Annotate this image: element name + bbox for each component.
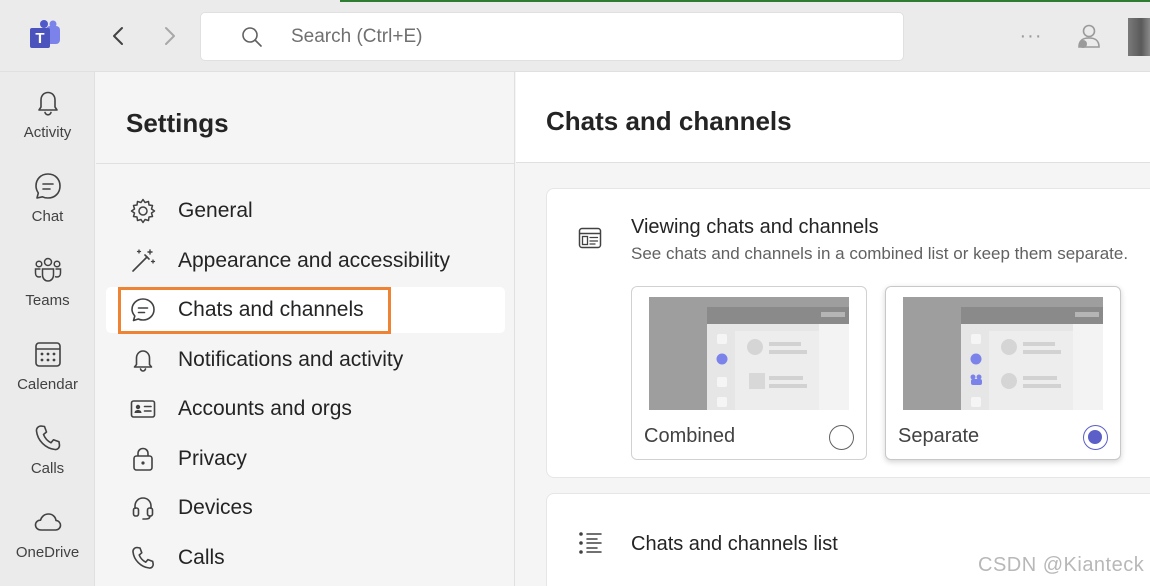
- radio-separate[interactable]: [1083, 425, 1108, 450]
- settings-item-privacy[interactable]: Privacy: [106, 436, 505, 482]
- settings-item-notifications[interactable]: Notifications and activity: [106, 337, 505, 383]
- settings-item-label: Privacy: [178, 447, 247, 470]
- rail-item-label: OneDrive: [15, 544, 80, 561]
- cloud-icon: [34, 513, 61, 531]
- divider: [96, 163, 515, 164]
- settings-item-label: Devices: [178, 496, 253, 519]
- magic-wand-icon: [128, 246, 158, 276]
- chevron-left-icon: [113, 27, 123, 45]
- settings-item-devices[interactable]: Devices: [106, 485, 505, 531]
- combined-preview-image: [649, 297, 849, 410]
- forward-button[interactable]: [155, 22, 183, 50]
- rail-item-label: Teams: [25, 292, 70, 309]
- chat-icon: [128, 295, 158, 325]
- rail-item-calls[interactable]: Calls: [0, 422, 95, 502]
- page-title: Chats and channels: [546, 106, 792, 136]
- list-icon: [579, 532, 602, 554]
- lock-icon: [128, 444, 158, 474]
- rail-item-teams[interactable]: Teams: [0, 254, 95, 334]
- id-card-icon: [128, 394, 158, 424]
- rail-item-onedrive[interactable]: OneDrive: [0, 506, 95, 586]
- more-options-button[interactable]: ···: [1016, 24, 1046, 48]
- accent-line: [340, 0, 1150, 2]
- search-input[interactable]: [291, 25, 791, 48]
- svg-text:T: T: [35, 30, 44, 47]
- option-label: Separate: [898, 425, 980, 447]
- option-separate[interactable]: Separate: [885, 286, 1121, 460]
- calendar-icon: [34, 342, 61, 367]
- section-subtitle: See chats and channels in a combined lis…: [631, 244, 1129, 263]
- settings-panel: Settings General Appearance and accessib…: [96, 72, 515, 586]
- settings-item-label: Accounts and orgs: [178, 397, 352, 420]
- separate-preview-image: [903, 297, 1103, 410]
- phone-icon: [35, 425, 60, 451]
- settings-item-label: Appearance and accessibility: [178, 249, 450, 272]
- watermark: CSDN @Kianteck: [978, 554, 1145, 576]
- rail-item-label: Chat: [31, 208, 64, 225]
- rail-item-label: Calendar: [17, 376, 78, 393]
- bell-icon: [37, 91, 58, 116]
- main-header: Chats and channels: [516, 72, 1150, 163]
- settings-item-label: Notifications and activity: [178, 348, 404, 371]
- settings-item-appearance[interactable]: Appearance and accessibility: [106, 238, 505, 284]
- viewing-chats-card: Viewing chats and channels See chats and…: [546, 188, 1150, 478]
- settings-item-label: Calls: [178, 546, 225, 569]
- settings-item-chats-and-channels[interactable]: Chats and channels: [106, 287, 505, 333]
- layout-panel-icon: [578, 227, 602, 249]
- title-bar: T ···: [0, 0, 1150, 72]
- chevron-right-icon: [165, 27, 175, 45]
- settings-item-general[interactable]: General: [106, 188, 505, 234]
- rail-item-label: Calls: [30, 460, 65, 477]
- phone-icon: [128, 543, 158, 573]
- main-content: Chats and channels Viewing chats and cha…: [516, 72, 1150, 586]
- rail-item-chat[interactable]: Chat: [0, 170, 95, 250]
- teams-icon: [34, 257, 61, 282]
- settings-title: Settings: [126, 108, 229, 138]
- headset-icon: [128, 493, 158, 523]
- search-icon: [241, 25, 265, 49]
- avatar[interactable]: [1128, 18, 1150, 56]
- chat-icon: [34, 173, 61, 199]
- teams-logo-icon[interactable]: T: [28, 20, 62, 52]
- settings-item-calls[interactable]: Calls: [106, 535, 505, 581]
- back-button[interactable]: [105, 22, 133, 50]
- settings-item-accounts[interactable]: Accounts and orgs: [106, 386, 505, 432]
- people-icon[interactable]: [1074, 22, 1104, 52]
- rail-item-label: Activity: [23, 124, 72, 141]
- rail-item-calendar[interactable]: Calendar: [0, 338, 95, 418]
- section-title: Chats and channels list: [631, 533, 838, 555]
- section-title: Viewing chats and channels: [631, 216, 879, 238]
- bell-icon: [128, 345, 158, 375]
- gear-icon: [128, 196, 158, 226]
- settings-item-label: Chats and channels: [178, 298, 364, 321]
- rail-item-activity[interactable]: Activity: [0, 86, 95, 166]
- radio-combined[interactable]: [829, 425, 854, 450]
- option-label: Combined: [644, 425, 736, 447]
- app-rail: Activity Chat Teams Calendar Calls OneDr…: [0, 72, 95, 586]
- option-combined[interactable]: Combined: [631, 286, 867, 460]
- settings-item-label: General: [178, 199, 253, 222]
- search-box[interactable]: [200, 12, 904, 61]
